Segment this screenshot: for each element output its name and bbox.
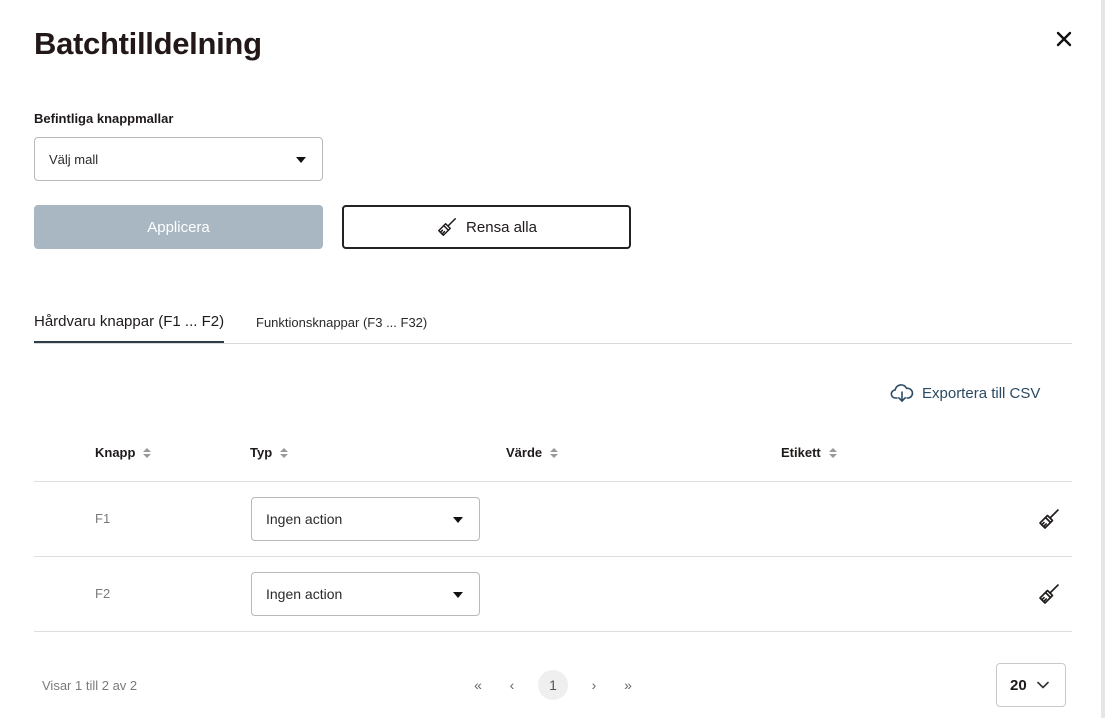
column-header-label: Typ bbox=[250, 445, 273, 460]
clear-all-label: Rensa alla bbox=[466, 218, 537, 236]
cloud-download-icon bbox=[890, 384, 914, 402]
column-header-label: Knapp bbox=[95, 445, 136, 460]
dialog-title: Batchtilldelning bbox=[34, 26, 262, 61]
first-page-button[interactable]: « bbox=[463, 670, 493, 700]
tab-hardware-buttons[interactable]: Hårdvaru knappar (F1 ... F2) bbox=[34, 313, 225, 343]
caret-down-icon bbox=[296, 157, 306, 163]
panel-edge bbox=[1101, 0, 1105, 718]
type-select[interactable]: Ingen action bbox=[251, 497, 480, 541]
close-icon bbox=[1056, 31, 1072, 47]
page-size-select[interactable]: 20 bbox=[996, 663, 1066, 707]
template-select-value: Välj mall bbox=[49, 151, 99, 167]
template-label: Befintliga knappmallar bbox=[34, 111, 174, 126]
sort-icon[interactable] bbox=[280, 447, 289, 458]
clear-all-button[interactable]: Rensa alla bbox=[342, 205, 631, 249]
tabs-divider bbox=[34, 343, 1072, 344]
current-page[interactable]: 1 bbox=[538, 670, 568, 700]
last-page-button[interactable]: » bbox=[613, 670, 643, 700]
page-size-value: 20 bbox=[1010, 676, 1027, 694]
column-header-label: Värde bbox=[506, 445, 543, 460]
column-header-knapp: Knapp bbox=[95, 445, 152, 460]
sort-icon[interactable] bbox=[828, 447, 837, 458]
column-header-etikett: Etikett bbox=[781, 445, 837, 460]
tab-function-buttons[interactable]: Funktionsknappar (F3 ... F32) bbox=[256, 315, 427, 330]
caret-down-icon bbox=[453, 517, 463, 523]
column-header-typ: Typ bbox=[250, 445, 289, 460]
apply-button[interactable]: Applicera bbox=[34, 205, 323, 249]
template-select[interactable]: Välj mall bbox=[34, 137, 323, 181]
export-csv-button[interactable]: Exportera till CSV bbox=[890, 383, 1040, 403]
next-page-button[interactable]: › bbox=[579, 670, 609, 700]
chevron-down-icon bbox=[1036, 681, 1049, 689]
column-header-varde: Värde bbox=[506, 445, 559, 460]
broom-icon bbox=[1039, 584, 1059, 604]
column-header-label: Etikett bbox=[781, 445, 821, 460]
table-row-divider bbox=[34, 631, 1072, 632]
close-button[interactable] bbox=[1052, 27, 1076, 51]
caret-down-icon bbox=[453, 592, 463, 598]
previous-page-button[interactable]: ‹ bbox=[497, 670, 527, 700]
table-cell-key: F2 bbox=[95, 586, 111, 601]
table-cell-key: F1 bbox=[95, 511, 111, 526]
table-row-divider bbox=[34, 556, 1072, 557]
clear-row-button[interactable] bbox=[1036, 506, 1062, 532]
pagination-info: Visar 1 till 2 av 2 bbox=[42, 678, 138, 693]
sort-icon[interactable] bbox=[143, 447, 152, 458]
type-select[interactable]: Ingen action bbox=[251, 572, 480, 616]
table-row-divider bbox=[34, 481, 1072, 482]
sort-icon[interactable] bbox=[550, 447, 559, 458]
broom-icon bbox=[438, 218, 457, 236]
type-select-value: Ingen action bbox=[266, 511, 343, 527]
type-select-value: Ingen action bbox=[266, 586, 343, 602]
clear-row-button[interactable] bbox=[1036, 581, 1062, 607]
broom-icon bbox=[1039, 509, 1059, 529]
export-csv-label: Exportera till CSV bbox=[922, 384, 1041, 402]
